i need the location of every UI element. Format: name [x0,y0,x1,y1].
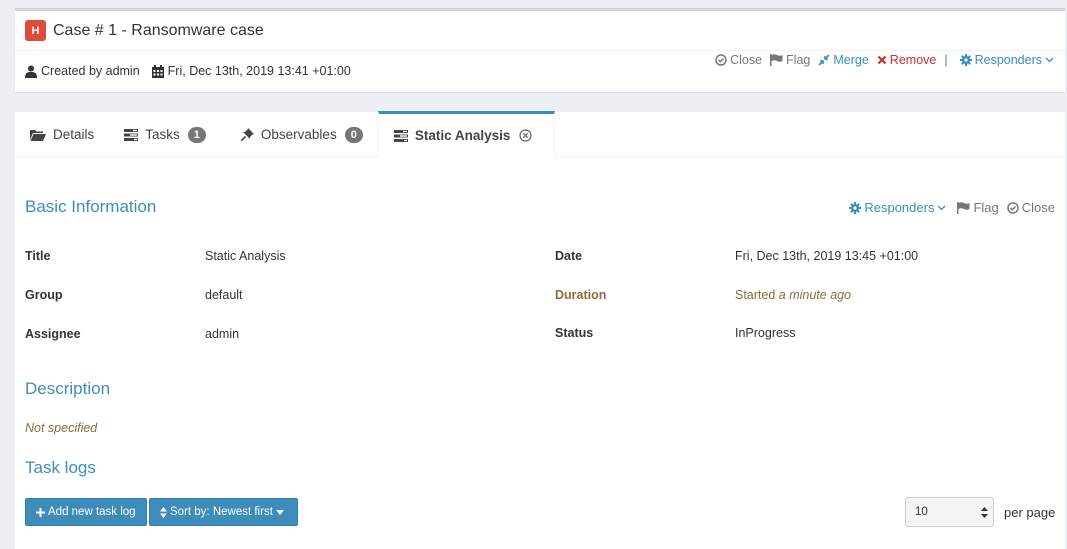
plus-icon [36,507,45,517]
status-value: InProgress [735,326,796,340]
merge-label: Merge [833,53,869,67]
gear-icon [959,54,972,66]
add-task-log-label: Add new task log [48,506,136,518]
per-page-label: per page [1004,505,1056,520]
per-page-select[interactable]: 10 [905,497,994,527]
date-value: Fri, Dec 13th, 2019 13:45 +01:00 [735,249,919,263]
merge-case-button[interactable]: Merge [818,53,869,67]
flag-label: Flag [786,53,811,67]
created-by-text: Created by admin [41,64,140,78]
calendar-icon [151,64,164,78]
case-date-text: Fri, Dec 13th, 2019 13:41 +01:00 [167,64,351,78]
description-title: Description [25,379,111,398]
observables-count-badge: 0 [344,126,363,143]
tab-observables-label: Observables [260,127,337,142]
status-label: Status [555,326,594,340]
group-value: default [205,288,243,302]
title-value: Static Analysis [205,249,286,263]
add-task-log-button[interactable]: Add new task log [25,498,147,526]
case-actions: Close Flag Merge Remove | Responders [707,53,1057,67]
task-logs-title: Task logs [25,458,96,477]
divider: | [944,53,948,67]
sort-label: Sort by: Newest first [170,506,273,518]
compress-icon [818,54,830,66]
case-date: Fri, Dec 13th, 2019 13:41 +01:00 [151,64,351,78]
tab-details[interactable]: Details [15,112,109,157]
duration-prefix: Started [735,288,776,302]
remove-case-button[interactable]: Remove [877,53,937,67]
caret-down-icon [275,509,284,515]
date-label: Date [555,249,583,263]
select-arrows-icon [981,506,988,518]
tab-tasks[interactable]: Tasks 1 [109,112,221,157]
description-value: Not specified [25,421,98,435]
tasks-icon [393,129,408,142]
tasks-count-badge: 1 [187,126,206,143]
sort-icon [160,506,167,518]
flag-case-button[interactable]: Flag [770,53,810,67]
remove-label: Remove [889,53,937,67]
tab-static-analysis[interactable]: Static Analysis [377,111,556,157]
check-circle-icon [715,54,727,66]
sort-dropdown-button[interactable]: Sort by: Newest first [149,498,298,526]
task-flag-label: Flag [973,200,999,215]
basic-information-title: Basic Information [25,197,157,216]
tab-details-label: Details [53,127,95,142]
task-flag-button[interactable]: Flag [957,200,999,215]
task-close-label: Close [1021,200,1055,215]
duration-label: Duration [555,288,607,302]
task-responders-dropdown[interactable]: Responders [849,200,949,215]
chevron-down-icon [1045,57,1054,63]
assignee-value: admin [205,327,240,341]
close-label: Close [730,53,763,67]
duration-relative: a minute ago [778,288,852,302]
created-by: Created by admin [25,64,140,78]
case-tabs-box: Details Tasks 1 Observables 0 Static Ana… [15,111,1065,549]
assignee-label: Assignee [25,327,81,341]
duration-value: Started a minute ago [735,288,851,302]
tasks-icon [124,128,139,141]
chevron-down-icon [937,205,946,210]
gear-icon [849,201,862,214]
title-label: Title [25,249,51,263]
case-header-box: H Case # 1 - Ransomware case Created by … [15,8,1065,92]
responders-dropdown[interactable]: Responders [959,53,1057,67]
close-tab-icon[interactable] [519,129,539,142]
check-circle-icon [1007,201,1019,214]
task-close-button[interactable]: Close [1007,200,1055,215]
folder-open-icon [30,129,46,141]
tab-bar: Details Tasks 1 Observables 0 Static Ana… [15,111,1065,157]
per-page-value: 10 [915,506,928,518]
responders-label: Responders [974,53,1042,67]
flag-icon [770,54,783,66]
close-case-button[interactable]: Close [715,53,762,67]
case-title-bar: H Case # 1 - Ransomware case [15,11,1065,51]
task-responders-label: Responders [864,200,935,215]
case-title: Case # 1 - Ransomware case [53,21,264,39]
task-actions: Responders Flag Close [841,200,1055,215]
tab-static-analysis-label: Static Analysis [414,128,511,143]
tab-observables[interactable]: Observables 0 [221,112,378,157]
times-icon [877,55,887,65]
flag-icon [957,201,970,214]
user-icon [25,65,37,78]
severity-badge: H [25,20,46,41]
pushpin-icon [240,128,254,141]
tab-tasks-label: Tasks [145,127,180,142]
group-label: Group [25,288,63,302]
